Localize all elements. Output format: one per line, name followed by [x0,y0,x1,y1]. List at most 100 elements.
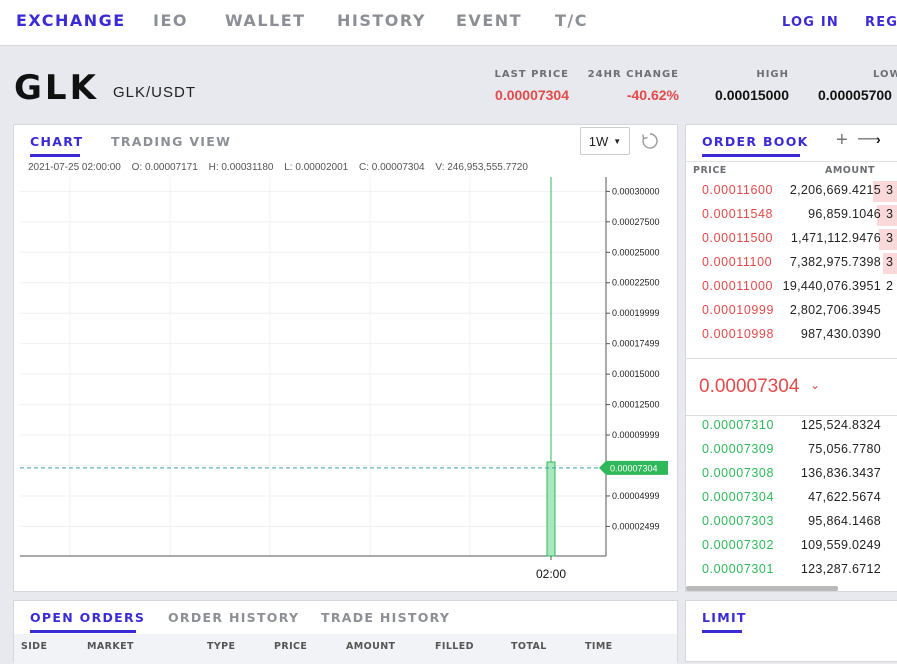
tab-open-orders-underline [30,630,136,633]
tab-limit[interactable]: LIMIT [702,610,747,625]
tab-limit-underline [702,630,742,633]
bid-list: 0.00007310 125,524.8324 0.00007309 75,056.7… [686,414,897,584]
chevron-right-icon[interactable]: › [876,131,881,147]
change-24h-value: -40.62% [626,87,679,103]
ob-header-price: PRICE [693,165,727,176]
ask-price: 0.00011100 [702,255,773,269]
plus-icon[interactable]: + [836,129,848,152]
orders-panel: OPEN ORDERS ORDER HISTORY TRADE HISTORY … [13,600,678,664]
ask-price: 0.00011600 [702,183,774,197]
ask-price: 0.00011000 [702,279,774,293]
ask-row[interactable]: 0.00011000 19,440,076.3951 2 [686,275,897,299]
tab-order-book[interactable]: ORDER BOOK [702,134,809,149]
minus-icon[interactable]: — [858,127,878,150]
nav-history[interactable]: HISTORY [337,11,426,30]
mid-price-value: 0.00007304 [699,376,800,397]
ask-amount: 1,471,112.9476 [790,231,881,245]
ask-row[interactable]: 0.00011500 1,471,112.9476 3 [686,227,897,251]
nav-wallet[interactable]: WALLET [225,11,306,30]
caret-down-icon: ▼ [613,136,622,146]
ob-header-amount: AMOUNT [825,165,876,176]
y-tick-label: 0.00002499 [612,521,660,531]
ohlc-time: 2021-07-25 02:00:00 [28,162,121,173]
chart-panel: CHART TRADING VIEW 1W ▼ 2021-07-25 02:00… [13,124,678,592]
ask-total: 2 [886,279,893,293]
bid-amount: 136,836.3437 [800,466,881,480]
register-link[interactable]: REGI [865,15,897,30]
nav-exchange[interactable]: EXCHANGE [16,11,126,30]
tab-chart[interactable]: CHART [30,134,83,149]
ask-row[interactable]: 0.00010999 2,802,706.3945 [686,299,897,323]
ask-list: 0.00011600 2,206,669.4215 3 0.00011548 96,85… [686,179,897,358]
ask-row[interactable]: 0.00011100 7,382,975.7398 3 [686,251,897,275]
col-time: TIME [585,641,613,652]
last-price-label: LAST PRICE [494,69,569,80]
tab-order-history[interactable]: ORDER HISTORY [168,610,299,625]
tab-open-orders[interactable]: OPEN ORDERS [30,610,145,625]
market-pair[interactable]: GLK/USDT [113,84,196,101]
bid-row[interactable]: 0.00007308 136,836.3437 [686,462,897,486]
col-amount: AMOUNT [346,641,396,652]
ask-total: 3 [886,207,893,221]
ask-total: 3 [886,255,893,269]
bid-amount: 125,524.8324 [800,418,881,432]
ask-price: 0.00011548 [702,207,774,221]
ask-amount: 987,430.0390 [800,327,881,341]
nav-terms[interactable]: T/C [555,11,588,30]
price-chart[interactable]: 0.00030000 0.00027500 0.00025000 0.00022500… [14,175,677,590]
bid-price: 0.00007302 [702,538,775,552]
refresh-button[interactable] [638,129,662,153]
order-book-panel: ORDER BOOK + — › PRICE AMOUNT 0.00011600… [685,124,897,592]
market-header: GLK GLK/USDT LAST PRICE 0.00007304 24HR … [0,46,897,124]
y-tick-label: 0.00017499 [612,339,660,349]
bid-price: 0.00007304 [702,490,775,504]
bid-row[interactable]: 0.00007310 125,524.8324 [686,414,897,438]
timeframe-select[interactable]: 1W ▼ [580,127,630,155]
ask-row[interactable]: 0.00011548 96,859.1046 3 [686,203,897,227]
bid-row[interactable]: 0.00007302 109,559.0249 [686,534,897,558]
top-navigation: EXCHANGE IEO WALLET HISTORY EVENT T/C LO… [0,0,897,46]
refresh-icon [642,133,658,149]
nav-event[interactable]: EVENT [456,11,522,30]
tab-trade-history[interactable]: TRADE HISTORY [321,610,450,625]
tab-chart-underline [30,154,80,157]
col-filled: FILLED [435,641,474,652]
y-tick-label: 0.00019999 [612,308,660,318]
ask-price: 0.00011500 [702,231,774,245]
y-tick-label: 0.00025000 [612,247,660,257]
last-price-value: 0.00007304 [495,87,569,103]
bid-row[interactable]: 0.00007309 75,056.7780 [686,438,897,462]
ask-amount: 7,382,975.7398 [789,255,881,269]
tab-trading-view[interactable]: TRADING VIEW [111,134,231,149]
y-tick-label: 0.00004999 [612,491,660,501]
col-side: SIDE [21,641,48,652]
bid-amount: 123,287.6712 [800,562,881,576]
low-value: 0.00005700 [818,87,892,103]
bid-price: 0.00007309 [702,442,775,456]
high-value: 0.00015000 [715,87,789,103]
ask-total: 3 [886,231,893,245]
y-tick-label: 0.00015000 [612,369,660,379]
bid-row[interactable]: 0.00007303 95,864.1468 [686,510,897,534]
low-label: LOW [873,69,897,80]
ohlc-volume: V: 246,953,555.7720 [435,162,528,173]
ask-row[interactable]: 0.00011600 2,206,669.4215 3 [686,179,897,203]
col-total: TOTAL [511,641,547,652]
ohlc-high: H: 0.00031180 [208,162,274,173]
scrollbar-thumb[interactable] [686,586,838,591]
ask-amount: 19,440,076.3951 [782,279,881,293]
bid-price: 0.00007303 [702,514,775,528]
ohlc-low: L: 0.00002001 [284,162,349,173]
bid-price: 0.00007310 [702,418,775,432]
ask-row[interactable]: 0.00010998 987,430.0390 [686,323,897,347]
login-link[interactable]: LOG IN [782,15,839,30]
y-tick-label: 0.00022500 [612,278,660,288]
nav-ieo[interactable]: IEO [153,11,188,30]
mid-price-row[interactable]: 0.00007304 ⌄ [686,358,897,416]
ask-price: 0.00010999 [702,303,775,317]
volume-bar [546,461,556,557]
bid-row[interactable]: 0.00007301 123,287.6712 [686,558,897,582]
timeframe-value: 1W [588,133,609,149]
bid-row[interactable]: 0.00007304 47,622.5674 [686,486,897,510]
ask-amount: 96,859.1046 [808,207,881,221]
